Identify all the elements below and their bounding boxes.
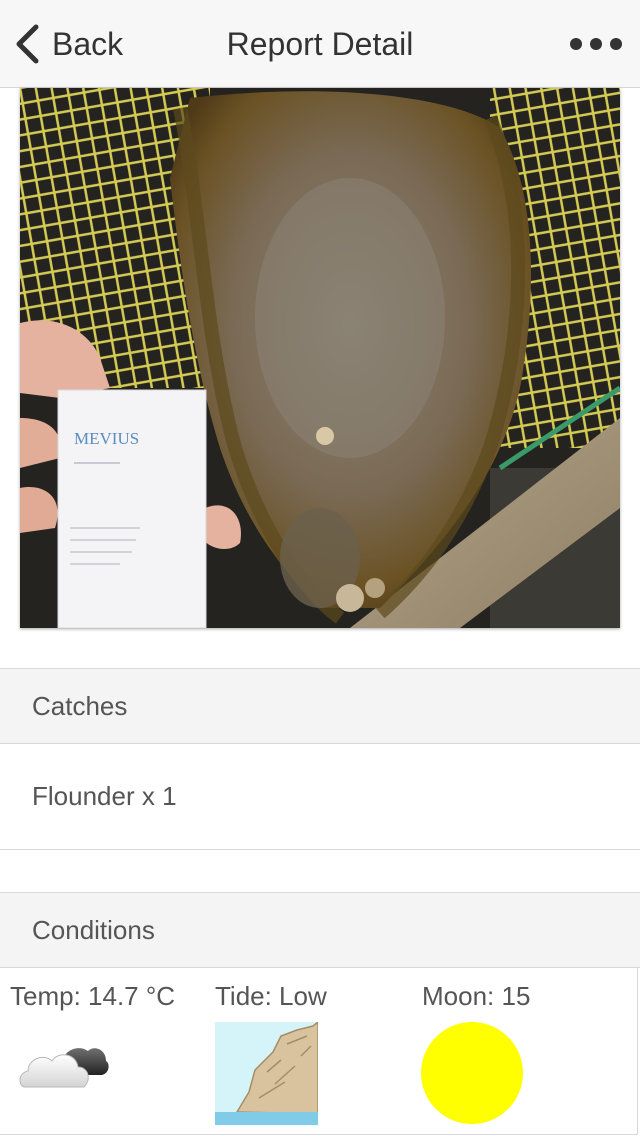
catches-section-header: Catches: [0, 668, 640, 744]
temperature-label: Temp: 14.7 °C: [10, 981, 176, 1011]
chevron-left-icon: [16, 24, 39, 64]
conditions-section-header: Conditions: [0, 892, 640, 968]
low-tide-cliff-icon: [215, 1022, 318, 1125]
catch-list-item: Flounder x 1: [0, 743, 640, 850]
back-label: Back: [52, 25, 124, 62]
catch-photo[interactable]: MEVIUS: [20, 88, 620, 628]
cloudy-icon: [19, 1048, 109, 1088]
conditions-panel: Temp: 14.7 °C Tide: Low Moon: 15: [0, 967, 638, 1135]
ellipsis-icon: [570, 38, 582, 50]
navigation-bar: Back Report Detail: [0, 0, 640, 88]
card-text: MEVIUS: [74, 429, 139, 448]
moon-label: Moon: 15: [422, 981, 531, 1011]
more-options-button[interactable]: [570, 28, 622, 60]
back-button[interactable]: Back: [14, 22, 123, 66]
full-moon-icon: [421, 1022, 523, 1124]
ellipsis-icon: [610, 38, 622, 50]
ellipsis-icon: [590, 38, 602, 50]
flounder-photo-image: MEVIUS: [20, 88, 620, 628]
tide-label: Tide: Low: [215, 981, 327, 1011]
